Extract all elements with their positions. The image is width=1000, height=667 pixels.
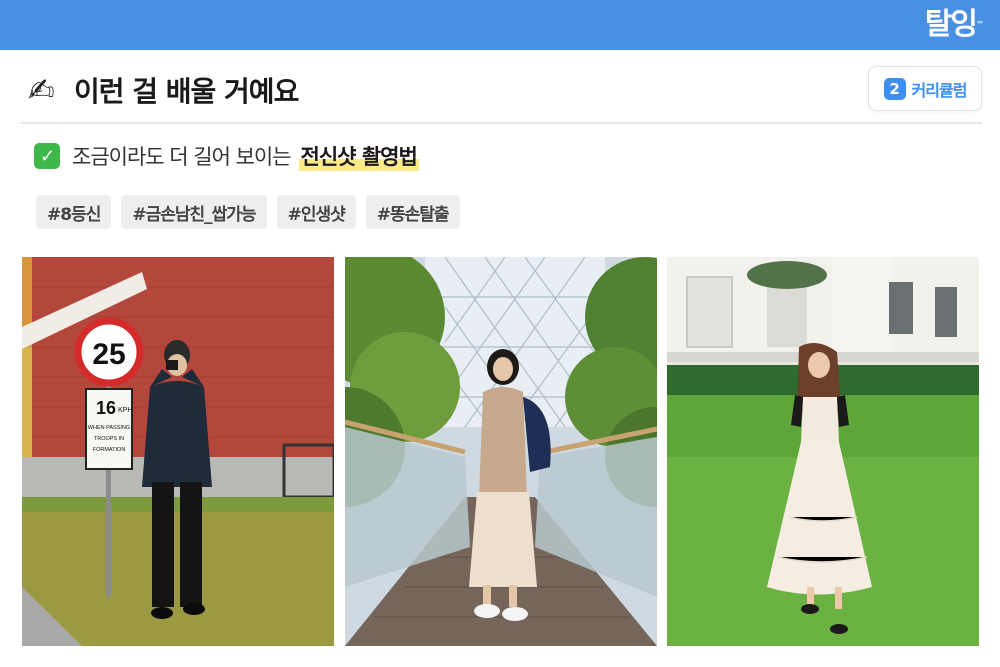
curriculum-button[interactable]: 2 커리큘럼 (868, 66, 982, 111)
speed-sign-line1: WHEN PASSING (88, 425, 130, 431)
hashtag-chip[interactable]: #똥손탈출 (365, 195, 460, 229)
lesson-subtitle: ✓ 조금이라도 더 길어 보이는 전신샷 촬영법 (34, 140, 419, 172)
brand-logo[interactable]: 탈잉™ (925, 6, 984, 44)
hashtag-chip[interactable]: #인생샷 (276, 195, 356, 229)
speed-sign-number: 25 (92, 338, 125, 371)
photo-man-brick-wall: 25 16 KPH WHEN PASSING TROOPS IN FORMATI… (22, 257, 334, 646)
photo-woman-lawn-illustration (667, 257, 979, 646)
trademark-mark: ™ (976, 20, 984, 29)
curriculum-number-badge: 2 (883, 77, 906, 100)
speed-sign-line3: FORMATION (93, 447, 126, 453)
speed-sign-line2: TROOPS IN (94, 436, 124, 442)
brand-name: 탈잉 (924, 7, 978, 42)
subtitle-text: 조금이라도 더 길어 보이는 (72, 145, 292, 169)
hashtag-list: #8등신 #금손남친_쌉가능 #인생샷 #똥손탈출 (36, 195, 460, 229)
section-title-text: 이런 걸 배울 거예요 (74, 75, 299, 108)
hashtag-chip[interactable]: #금손남친_쌉가능 (121, 195, 267, 229)
speed-sign-kph-number: 16 (96, 398, 116, 418)
section-divider (20, 122, 982, 124)
writing-hand-icon: ✍ (28, 71, 55, 109)
photo-woman-lawn (667, 257, 979, 646)
speed-sign-unit: KPH (118, 407, 132, 414)
photo-woman-greenhouse-bridge (345, 257, 657, 646)
section-title: ✍ 이런 걸 배울 거예요 (28, 68, 299, 112)
top-bar: 탈잉™ (0, 0, 1000, 50)
photo-woman-bridge-illustration (345, 257, 657, 646)
curriculum-label: 커리큘럼 (911, 80, 968, 100)
check-mark-button-icon: ✓ (34, 143, 60, 169)
subtitle-highlight: 전신샷 촬영법 (298, 141, 419, 171)
hashtag-chip[interactable]: #8등신 (36, 195, 112, 229)
photo-man-illustration: 25 16 KPH WHEN PASSING TROOPS IN FORMATI… (22, 257, 334, 646)
